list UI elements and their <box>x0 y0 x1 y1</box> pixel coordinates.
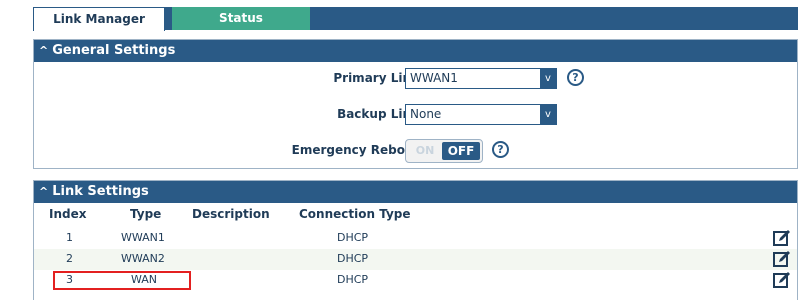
caret-up-icon: ^ <box>39 185 49 198</box>
dropdown-arrow-icon: v <box>540 105 556 124</box>
emergency-reboot-row: Emergency Reboot ON OFF ? <box>34 139 797 165</box>
row-index: 1 <box>66 231 73 244</box>
row-type: WWAN2 <box>121 252 165 265</box>
general-settings-panel: ^ General Settings Primary Link WWAN1 v ?… <box>33 39 798 169</box>
row-index: 3 <box>66 273 73 286</box>
row-connection-type: DHCP <box>337 231 369 244</box>
link-settings-title: Link Settings <box>52 184 149 199</box>
selected-row-highlight <box>53 271 191 290</box>
column-header-type: Type <box>130 207 162 221</box>
link-settings-header[interactable]: ^ Link Settings <box>34 181 797 203</box>
edit-icon[interactable] <box>773 271 791 289</box>
tab-bar: Link Manager Status <box>33 7 798 31</box>
row-index: 2 <box>66 252 73 265</box>
column-header-connection-type: Connection Type <box>299 207 411 221</box>
backup-link-value: None <box>410 107 442 121</box>
edit-icon[interactable] <box>773 229 791 247</box>
caret-up-icon: ^ <box>39 44 49 57</box>
table-row: 3 WAN DHCP <box>34 270 797 291</box>
primary-link-select[interactable]: WWAN1 v <box>405 68 557 89</box>
link-settings-panel: ^ Link Settings Index Type Description Co… <box>33 180 798 300</box>
table-header: Index Type Description Connection Type <box>34 204 797 226</box>
row-type: WAN <box>131 273 158 286</box>
primary-link-help-icon[interactable]: ? <box>567 69 584 86</box>
toggle-on-label: ON <box>415 144 435 157</box>
primary-link-row: Primary Link WWAN1 v ? <box>34 67 797 93</box>
dropdown-arrow-icon: v <box>540 69 556 88</box>
column-header-index: Index <box>49 207 87 221</box>
emergency-reboot-label: Emergency Reboot <box>291 143 419 157</box>
column-header-description: Description <box>192 207 270 221</box>
row-type: WWAN1 <box>121 231 165 244</box>
table-row: 1 WWAN1 DHCP <box>34 228 797 249</box>
emergency-reboot-toggle[interactable]: ON OFF <box>405 139 483 163</box>
backup-link-row: Backup Link None v <box>34 103 797 129</box>
primary-link-value: WWAN1 <box>410 71 458 85</box>
tab-link-manager[interactable]: Link Manager <box>33 7 165 31</box>
toggle-off-label: OFF <box>442 142 480 160</box>
general-settings-header[interactable]: ^ General Settings <box>34 40 797 62</box>
emergency-reboot-help-icon[interactable]: ? <box>492 141 509 158</box>
edit-icon[interactable] <box>773 250 791 268</box>
tab-status[interactable]: Status <box>172 7 310 30</box>
backup-link-select[interactable]: None v <box>405 104 557 125</box>
general-settings-title: General Settings <box>52 43 176 58</box>
table-row: 2 WWAN2 DHCP <box>34 249 797 270</box>
row-connection-type: DHCP <box>337 273 369 286</box>
row-connection-type: DHCP <box>337 252 369 265</box>
